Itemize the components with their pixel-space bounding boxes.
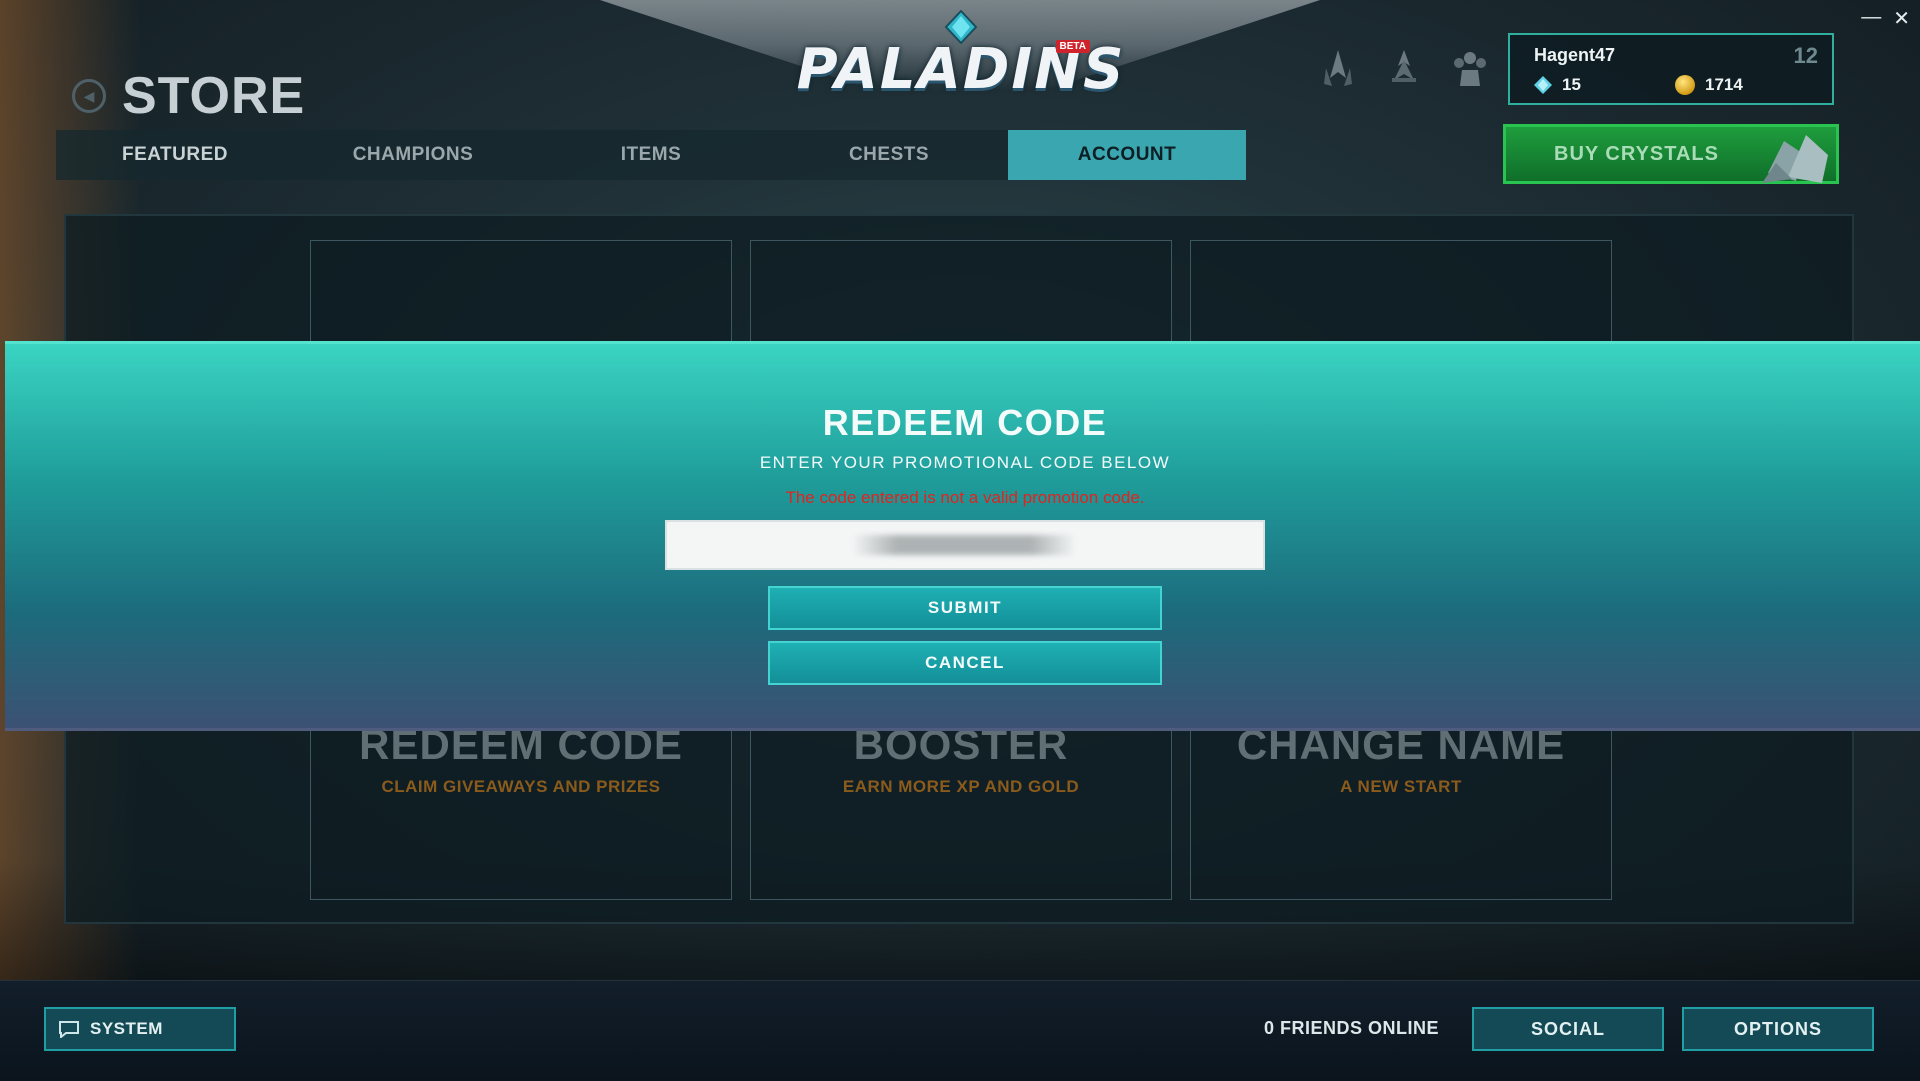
rank-tier-1-icon[interactable] — [1318, 48, 1358, 88]
rank-icons — [1318, 48, 1490, 88]
close-icon[interactable]: ✕ — [1893, 6, 1910, 31]
buy-crystals-button[interactable]: BUY CRYSTALS — [1503, 124, 1839, 184]
system-label: SYSTEM — [90, 1019, 163, 1038]
beta-badge: BETA — [1055, 40, 1090, 53]
gold-coin-icon — [1675, 75, 1695, 95]
window-controls: — ✕ — [1861, 6, 1910, 31]
crystal-count: 15 — [1562, 75, 1581, 94]
card-subtitle: A NEW START — [1340, 777, 1462, 796]
tab-chests[interactable]: CHESTS — [770, 130, 1008, 180]
social-button[interactable]: SOCIAL — [1472, 1007, 1664, 1051]
gold-count: 1714 — [1705, 75, 1743, 94]
crystal-balance: 15 — [1534, 75, 1581, 95]
tab-featured[interactable]: FEATURED — [56, 130, 294, 180]
page-title: STORE — [122, 67, 306, 125]
back-arrow-icon[interactable]: ◀ — [72, 79, 106, 113]
crystal-pile-icon — [1762, 135, 1828, 183]
buy-crystals-label: BUY CRYSTALS — [1554, 142, 1719, 165]
party-icon[interactable] — [1450, 48, 1490, 88]
modal-title: REDEEM CODE — [822, 402, 1108, 443]
chat-bubble-icon — [59, 1021, 79, 1038]
logo-gem-icon — [944, 10, 978, 44]
system-chat-button[interactable]: SYSTEM — [44, 1007, 236, 1051]
tab-account[interactable]: ACCOUNT — [1008, 130, 1246, 180]
rank-tier-2-icon[interactable] — [1384, 48, 1424, 88]
crystal-icon — [1534, 76, 1552, 94]
tab-champions[interactable]: CHAMPIONS — [294, 130, 532, 180]
cancel-button[interactable]: CANCEL — [768, 641, 1162, 685]
tab-items[interactable]: ITEMS — [532, 130, 770, 180]
player-level: 12 — [1793, 43, 1818, 68]
user-panel: Hagent47 12 15 1714 — [1508, 33, 1834, 105]
paladins-logo: PALADINS BETA — [797, 10, 1123, 110]
player-name: Hagent47 — [1534, 45, 1616, 65]
card-subtitle: CLAIM GIVEAWAYS AND PRIZES — [381, 777, 661, 796]
submit-button[interactable]: SUBMIT — [768, 586, 1162, 630]
promo-code-input[interactable] — [665, 520, 1265, 570]
modal-subtitle: ENTER YOUR PROMOTIONAL CODE BELOW — [759, 453, 1171, 472]
minimize-icon[interactable]: — — [1861, 6, 1881, 31]
options-button[interactable]: OPTIONS — [1682, 1007, 1874, 1051]
store-tabs: FEATURED CHAMPIONS ITEMS CHESTS ACCOUNT — [56, 130, 1246, 180]
gold-balance: 1714 — [1675, 75, 1743, 95]
error-message: The code entered is not a valid promotio… — [785, 488, 1145, 507]
store-header: ◀ STORE — [72, 66, 305, 126]
card-subtitle: EARN MORE XP AND GOLD — [842, 777, 1080, 796]
friends-online-count: 0 FRIENDS ONLINE — [1264, 1018, 1440, 1038]
